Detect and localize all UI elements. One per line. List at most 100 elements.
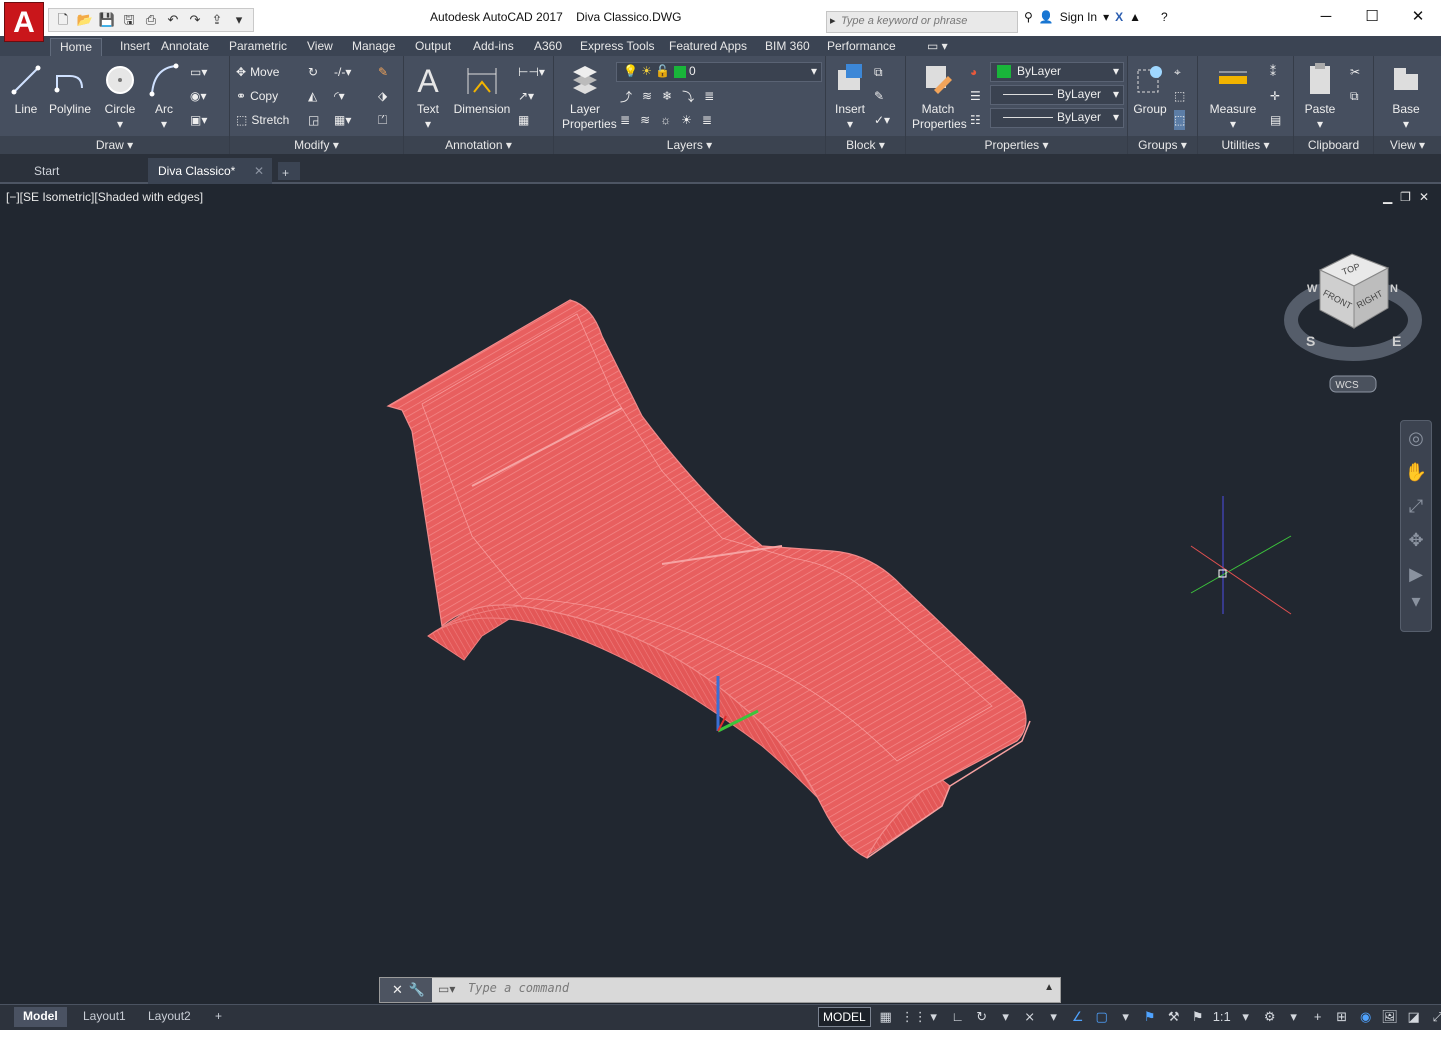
fullscreen-icon[interactable]: ⤢ [1429,1008,1441,1026]
annotation-scale-value[interactable]: 1:1 [1213,1008,1231,1026]
layout-tab-layout2[interactable]: Layout2 [139,1007,200,1027]
add-layout-button[interactable]: + [206,1007,231,1027]
ribbon-tab-output[interactable]: Output [406,38,460,56]
annotation-scale-icon[interactable]: ⚑ [1189,1008,1207,1026]
cut-button[interactable]: ✂ [1350,62,1360,82]
help-search-input[interactable]: Type a keyword or phrase [826,11,1018,33]
chevron-down-icon[interactable]: ▾ [1045,1008,1063,1026]
plus-icon[interactable]: + [1309,1008,1327,1026]
insert-button[interactable]: Insert ▾ [830,60,870,132]
linear-dim-button[interactable]: ⊢⊣▾ [518,62,545,82]
rectangle-button[interactable]: ▭▾ [190,62,207,82]
properties-panel-title[interactable]: Properties ▾ [906,136,1127,154]
wcs-menu-label[interactable]: WCS [1335,380,1359,391]
auto-scale-icon[interactable]: ⚒ [1165,1008,1183,1026]
pan-hand-icon[interactable]: ✋ [1401,455,1431,489]
text-button[interactable]: A Text ▾ [410,60,446,132]
erase-button[interactable]: ✎ [378,62,388,82]
chevron-down-icon[interactable]: ▾ [1230,117,1236,131]
scale-button[interactable]: ◲ [308,110,319,130]
grid-icon[interactable]: ▦ [877,1008,895,1026]
leader-button[interactable]: ↗▾ [518,86,534,106]
drawing-viewport[interactable]: [−][SE Isometric][Shaded with edges] ▁ ❐… [2,186,1439,1000]
chevron-down-icon[interactable]: ▾ [925,1008,943,1026]
quick-select-button[interactable]: ⁑ [1270,62,1276,82]
sign-in-label[interactable]: Sign In [1060,10,1097,24]
base-button[interactable]: Base ▾ [1386,60,1426,132]
save-as-icon[interactable]: 🖫 [119,11,139,29]
ribbon-tab-a360[interactable]: A360 [525,38,571,56]
layer-walk-icon[interactable]: ≋ [640,113,650,127]
color-dropdown[interactable]: ByLayer [990,62,1124,82]
close-icon[interactable]: ✕ [254,164,264,178]
chevron-down-icon[interactable]: ▾ [1317,117,1323,131]
a360-icon[interactable]: ▲ [1129,10,1141,24]
command-input[interactable]: Type a command [438,981,1038,999]
zoom-extents-icon[interactable]: ⤢ [1401,489,1431,523]
ribbon-tab-annotate[interactable]: Annotate [152,38,218,56]
table-button[interactable]: ▦ [518,110,529,130]
ribbon-tab-manage[interactable]: Manage [343,38,404,56]
color-wheel-button[interactable]: ◕ [970,62,977,82]
customize-qat-icon[interactable]: ▾ [229,11,249,29]
chaise-lounge-model[interactable] [386,299,1031,859]
compass-e-label[interactable]: E [1392,333,1401,349]
open-icon[interactable]: 📂 [75,11,95,29]
linetype-button[interactable]: ☰ [970,86,981,106]
ungroup-button[interactable]: ⌖ [1174,62,1181,82]
annotation-visibility-icon[interactable]: ⚑ [1141,1008,1159,1026]
move-button[interactable]: ✥ Move [236,62,279,82]
ribbon-tab-parametric[interactable]: Parametric [220,38,296,56]
chevron-down-icon[interactable]: ▾ [1103,10,1109,24]
file-tab-diva-classico[interactable]: Diva Classico* ✕ [148,158,272,184]
view-panel-title[interactable]: View ▾ [1374,136,1441,154]
trim-button[interactable]: -/-▾ [334,62,351,82]
modify-panel-title[interactable]: Modify ▾ [230,136,403,154]
layer-thaw-icon[interactable]: ☼ [660,113,671,127]
layer-state-icon[interactable]: ≣ [620,113,630,127]
ribbon-display-toggle[interactable]: ▭ ▾ [918,38,957,56]
graphics-performance-icon[interactable]: ◪ [1405,1008,1423,1026]
utilities-panel-title[interactable]: Utilities ▾ [1198,136,1293,154]
hardware-acceleration-icon[interactable]: ◉ [1357,1008,1375,1026]
model-space-button[interactable]: MODEL [818,1007,871,1027]
layer-freeze-icon[interactable]: ❄ [662,89,672,103]
showmotion-icon[interactable]: ▶ [1401,557,1431,591]
groups-panel-title[interactable]: Groups ▾ [1128,136,1197,154]
arc-button[interactable]: Arc ▾ [146,60,182,132]
polar-icon[interactable]: ↻ [973,1008,991,1026]
layer-lock-icon[interactable]: ⤵ [682,88,694,105]
object-snap-tracking-icon[interactable]: ∠ [1069,1008,1087,1026]
calculator-button[interactable]: ▤ [1270,110,1281,130]
offset-button[interactable]: ⏍ [378,110,387,130]
create-block-button[interactable]: ⧉ [874,62,883,82]
layers-panel-title[interactable]: Layers ▾ [554,136,825,154]
file-tab-start[interactable]: Start [4,158,146,184]
group-selection-button[interactable]: ⬚ [1174,110,1186,130]
mirror-button[interactable]: ◭ [308,86,317,106]
explode-button[interactable]: ⬗ [378,86,387,106]
chevron-down-icon[interactable]: ▾ [1403,117,1409,131]
hatch-button[interactable]: ◉▾ [190,86,207,106]
chevron-down-icon[interactable]: ▾ [1117,1008,1135,1026]
ribbon-tab-view[interactable]: View [298,38,342,56]
viewcube[interactable]: TOP FRONT RIGHT S E W N WCS [1284,253,1422,393]
block-panel-title[interactable]: Block ▾ [826,136,905,154]
draw-panel-title[interactable]: Draw ▾ [0,136,229,154]
point-style-button[interactable]: ✛ [1270,86,1280,106]
chevron-down-icon[interactable]: ▾ [1237,1008,1255,1026]
copy-button[interactable]: ⚭ Copy [236,86,278,106]
close-icon[interactable]: ✕ [392,982,403,998]
match-properties-button[interactable]: Match Properties [912,60,967,132]
paste-button[interactable]: Paste ▾ [1300,60,1340,132]
lineweight-dropdown[interactable]: ByLayer [990,108,1124,128]
polyline-button[interactable]: Polyline [46,60,94,117]
boundary-button[interactable]: ▣▾ [190,110,207,130]
measure-button[interactable]: Measure ▾ [1208,60,1258,132]
snap-icon[interactable]: ⋮⋮ [901,1008,927,1026]
ribbon-tab-performance[interactable]: Performance [818,38,905,56]
layout-tab-layout1[interactable]: Layout1 [74,1007,135,1027]
clean-screen-icon[interactable]: 🖼 [1381,1008,1399,1026]
compass-s-label[interactable]: S [1306,333,1315,349]
layer-unlock-icon[interactable]: ☀ [681,113,692,127]
